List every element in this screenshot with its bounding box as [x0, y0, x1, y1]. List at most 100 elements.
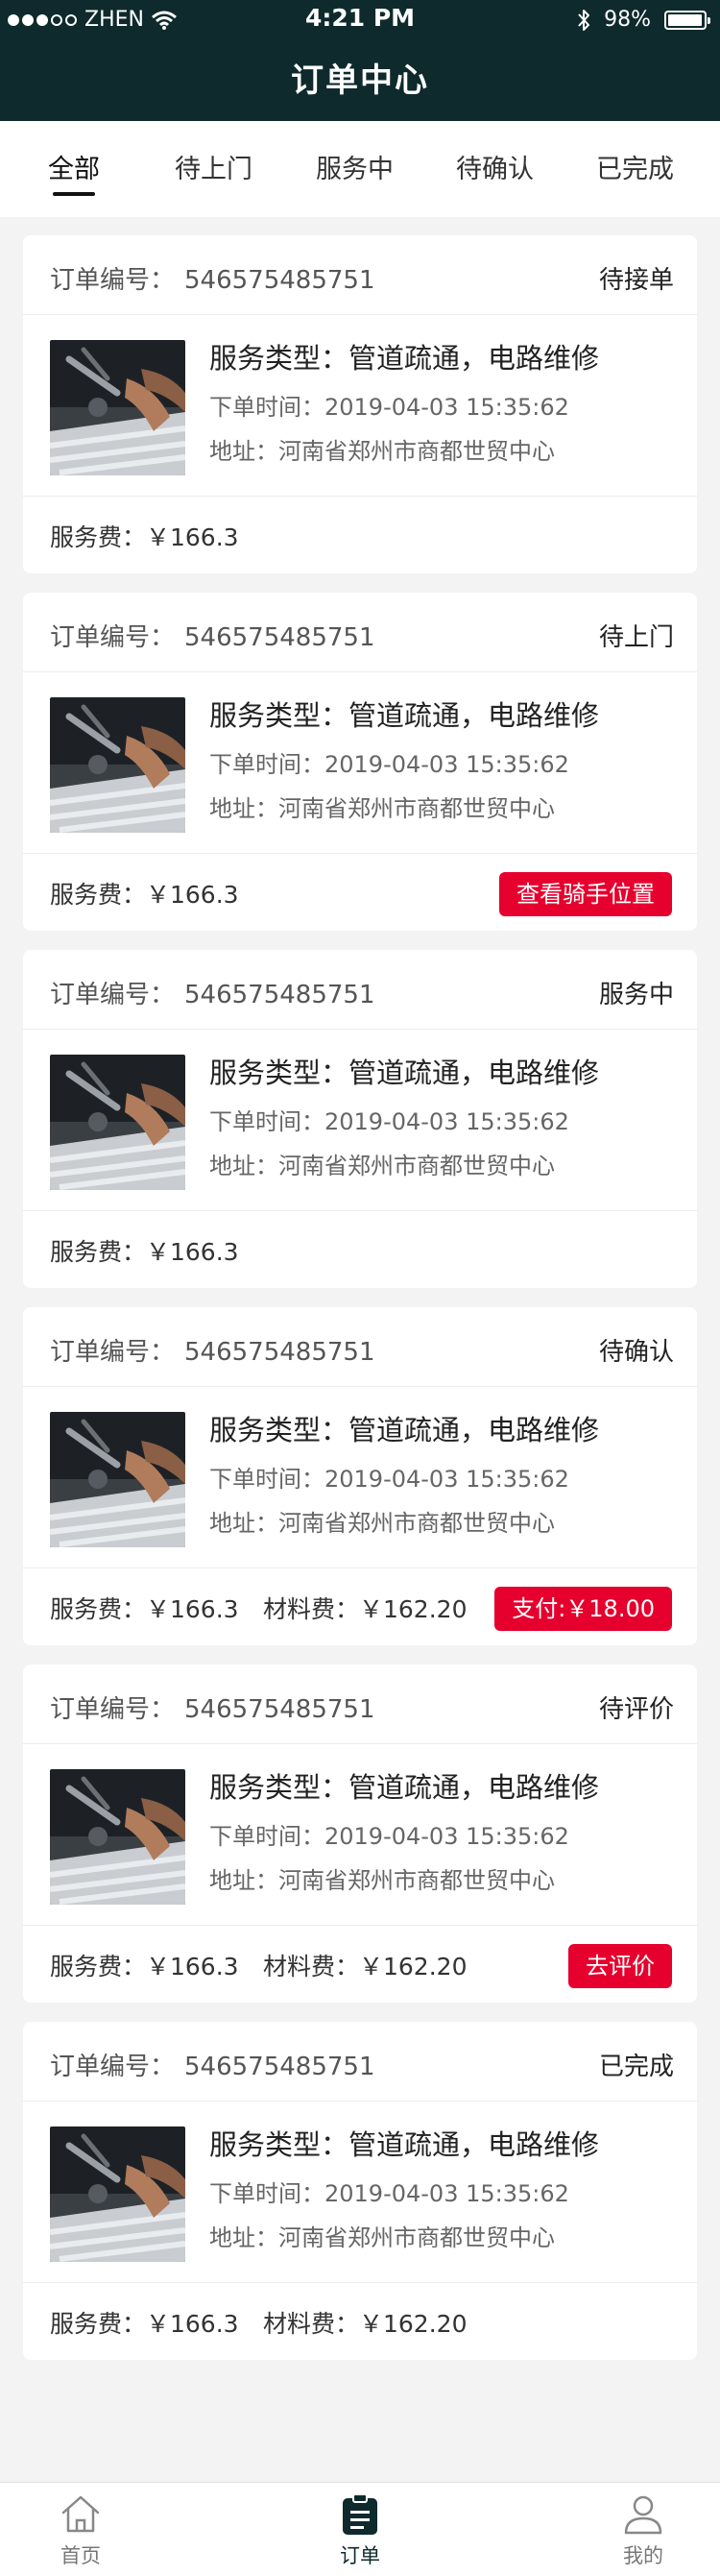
order-card-header: 订单编号： 546575485751 服务中: [50, 975, 674, 1009]
order-number-value: 546575485751: [184, 1695, 375, 1724]
status-right: 98%: [577, 8, 710, 32]
order-card-footer: 服务费：￥166.3: [50, 515, 672, 553]
order-number-value: 546575485751: [184, 1338, 375, 1367]
tab-all[interactable]: 全部: [48, 148, 100, 196]
order-time: 下单时间：2019-04-03 15:35:62: [209, 1108, 569, 1135]
order-number-label: 订单编号：: [50, 1338, 176, 1367]
order-card-header: 订单编号： 546575485751 待确认: [50, 1332, 674, 1367]
service-type: 服务类型：管道疏通，电路维修: [209, 1414, 600, 1446]
bottom-nav: 首页 订单 我的: [0, 2482, 720, 2576]
nav-orders-label: 订单: [340, 2544, 380, 2567]
order-number-label: 订单编号：: [50, 1695, 176, 1724]
order-status: 待评价: [598, 1695, 674, 1724]
divider: [23, 1743, 697, 1744]
service-fee: 服务费：￥166.3: [50, 2310, 239, 2338]
order-card-header: 订单编号： 546575485751 待评价: [50, 1689, 674, 1724]
order-number-label: 订单编号：: [50, 266, 176, 295]
tab-pending-confirm[interactable]: 待确认: [456, 148, 534, 185]
battery-icon: [664, 10, 710, 30]
order-card[interactable]: 订单编号： 546575485751 服务中 服务类型：管道疏通，电路维修 下单时…: [23, 950, 697, 1288]
order-tabs: 全部 待上门 服务中 待确认 已完成: [0, 121, 720, 217]
order-number-value: 546575485751: [184, 266, 375, 295]
order-time: 下单时间：2019-04-03 15:35:62: [209, 1823, 569, 1850]
divider: [23, 853, 697, 854]
order-action-button[interactable]: 去评价: [568, 1944, 672, 1988]
material-fee: 材料费：￥162.20: [263, 1595, 468, 1623]
order-time: 下单时间：2019-04-03 15:35:62: [209, 1466, 569, 1493]
order-info: 服务类型：管道疏通，电路维修 下单时间：2019-04-03 15:35:62 …: [209, 1411, 599, 1540]
order-status: 已完成: [598, 2053, 674, 2081]
order-card[interactable]: 订单编号： 546575485751 待接单 服务类型：管道疏通，电路维修 下单时…: [23, 235, 697, 573]
order-number-label: 订单编号：: [50, 2053, 176, 2081]
order-card[interactable]: 订单编号： 546575485751 待上门 服务类型：管道疏通，电路维修 下单时…: [23, 593, 697, 931]
divider: [23, 2282, 697, 2283]
order-action-button[interactable]: 查看骑手位置: [499, 872, 672, 916]
order-number-label: 订单编号：: [50, 981, 176, 1009]
order-info: 服务类型：管道疏通，电路维修 下单时间：2019-04-03 15:35:62 …: [209, 339, 599, 468]
material-fee: 材料费：￥162.20: [263, 1953, 468, 1981]
order-number-value: 546575485751: [184, 2053, 375, 2081]
order-address: 地址：河南省郑州市商都世贸中心: [209, 2224, 555, 2251]
order-card[interactable]: 订单编号： 546575485751 待确认 服务类型：管道疏通，电路维修 下单时…: [23, 1307, 697, 1645]
tab-completed[interactable]: 已完成: [596, 148, 674, 185]
order-info: 服务类型：管道疏通，电路维修 下单时间：2019-04-03 15:35:62 …: [209, 696, 599, 825]
material-fee: 材料费：￥162.20: [263, 2310, 468, 2338]
order-card-header: 订单编号： 546575485751 待接单: [50, 260, 674, 295]
nav-home-label: 首页: [60, 2544, 101, 2567]
order-address: 地址：河南省郑州市商都世贸中心: [209, 1510, 555, 1537]
bluetooth-icon: [578, 9, 590, 31]
service-fee: 服务费：￥166.3: [50, 1238, 239, 1266]
service-thumbnail: [50, 1412, 185, 1547]
order-address: 地址：河南省郑州市商都世贸中心: [209, 1867, 555, 1894]
order-card-footer: 服务费：￥166.3 材料费：￥162.20 支付:￥18.00: [50, 1587, 672, 1631]
service-thumbnail: [50, 1769, 185, 1905]
nav-orders[interactable]: 订单: [302, 2492, 418, 2569]
order-status: 待接单: [598, 266, 674, 295]
order-card-footer: 服务费：￥166.3 材料费：￥162.20: [50, 2301, 672, 2340]
service-fee: 服务费：￥166.3: [50, 1953, 239, 1981]
order-status: 待上门: [598, 623, 674, 652]
order-number: 订单编号： 546575485751: [50, 975, 375, 1010]
order-time: 下单时间：2019-04-03 15:35:62: [209, 2180, 569, 2207]
divider: [23, 1029, 697, 1030]
order-time: 下单时间：2019-04-03 15:35:62: [209, 394, 569, 421]
nav-profile-label: 我的: [623, 2544, 663, 2567]
nav-profile[interactable]: 我的: [586, 2492, 701, 2569]
order-number: 订单编号： 546575485751: [50, 618, 375, 653]
divider: [23, 1210, 697, 1211]
status-bar: ZHEN 4:21 PM 98%: [0, 0, 720, 40]
order-number: 订单编号： 546575485751: [50, 2047, 375, 2082]
order-number-value: 546575485751: [184, 623, 375, 652]
battery-level: [668, 13, 703, 26]
divider: [23, 1386, 697, 1387]
page-title: 订单中心: [291, 61, 429, 100]
divider: [23, 2101, 697, 2102]
service-thumbnail: [50, 340, 185, 475]
tab-in-service[interactable]: 服务中: [316, 148, 394, 185]
app-header: ZHEN 4:21 PM 98% 订单中心: [0, 0, 720, 121]
order-number: 订单编号： 546575485751: [50, 1332, 375, 1368]
divider: [23, 1925, 697, 1926]
service-type: 服务类型：管道疏通，电路维修: [209, 1057, 600, 1089]
order-card-header: 订单编号： 546575485751 已完成: [50, 2047, 674, 2081]
divider: [23, 671, 697, 672]
order-number-value: 546575485751: [184, 981, 375, 1009]
order-card[interactable]: 订单编号： 546575485751 已完成 服务类型：管道疏通，电路维修 下单时…: [23, 2022, 697, 2360]
nav-home[interactable]: 首页: [23, 2492, 138, 2569]
service-thumbnail: [50, 1055, 185, 1190]
order-card-footer: 服务费：￥166.3 材料费：￥162.20 去评价: [50, 1944, 672, 1988]
order-address: 地址：河南省郑州市商都世贸中心: [209, 1153, 555, 1179]
service-fee: 服务费：￥166.3: [50, 523, 239, 551]
order-action-button[interactable]: 支付:￥18.00: [494, 1587, 672, 1631]
order-number: 订单编号： 546575485751: [50, 260, 375, 296]
order-info: 服务类型：管道疏通，电路维修 下单时间：2019-04-03 15:35:62 …: [209, 1768, 599, 1897]
orders-icon: [343, 2493, 377, 2535]
order-time: 下单时间：2019-04-03 15:35:62: [209, 751, 569, 778]
service-fee: 服务费：￥166.3: [50, 1595, 239, 1623]
order-number: 订单编号： 546575485751: [50, 1689, 375, 1725]
order-info: 服务类型：管道疏通，电路维修 下单时间：2019-04-03 15:35:62 …: [209, 2126, 599, 2254]
home-icon: [61, 2495, 100, 2533]
order-card[interactable]: 订单编号： 546575485751 待评价 服务类型：管道疏通，电路维修 下单时…: [23, 1665, 697, 2003]
divider: [23, 314, 697, 315]
tab-pending-visit[interactable]: 待上门: [175, 148, 252, 185]
